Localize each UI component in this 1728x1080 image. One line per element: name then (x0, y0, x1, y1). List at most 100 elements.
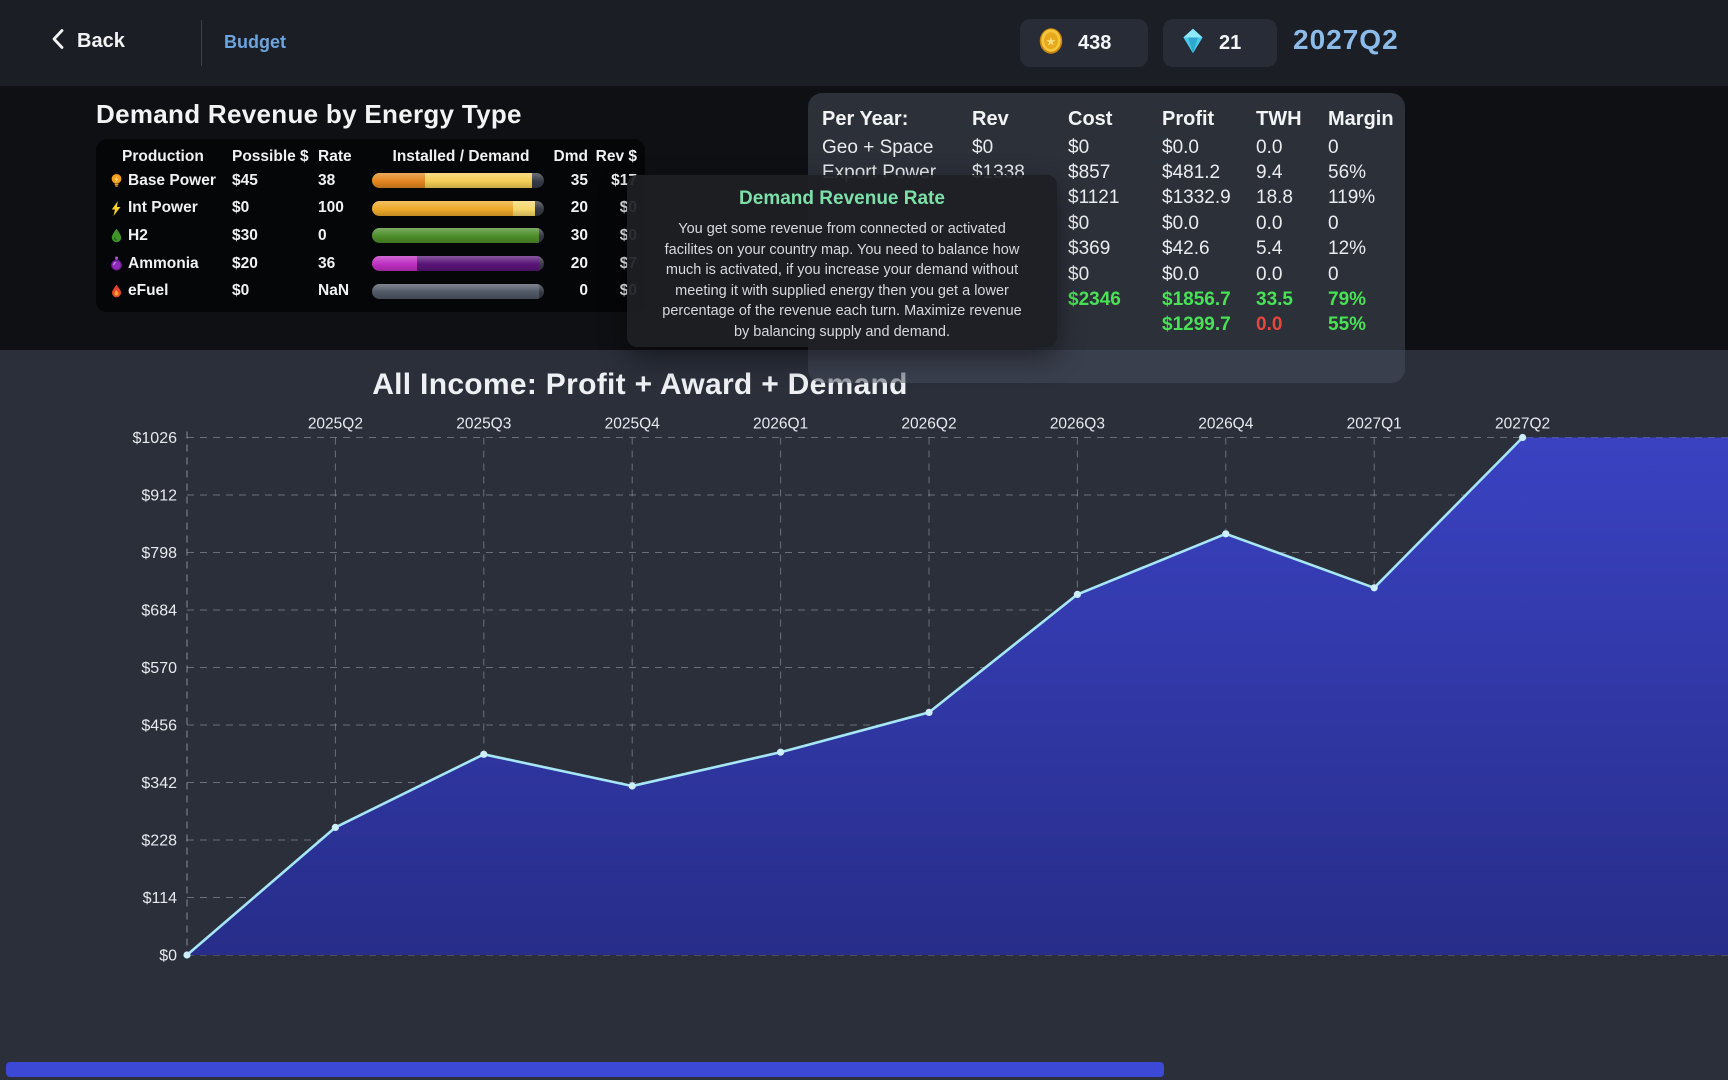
back-button[interactable]: Back (50, 28, 125, 55)
margin-cell: 0 (1328, 213, 1391, 235)
coin-currency-chip[interactable]: ★ 438 (1020, 19, 1148, 67)
column-header-profit: Profit (1162, 108, 1256, 131)
bar-segment (372, 284, 539, 299)
topbar-divider (201, 20, 202, 66)
column-header-production: Production (104, 148, 232, 166)
demand-table-row[interactable]: H2$30030$0 (104, 222, 637, 250)
turn-progress-bar (6, 1062, 1164, 1077)
data-point (183, 951, 190, 958)
profit-cell: $0.0 (1162, 264, 1256, 286)
rate-value: 38 (318, 172, 372, 190)
gem-currency-chip[interactable]: 21 (1163, 19, 1277, 67)
energy-type-label: H2 (128, 227, 232, 245)
demand-revenue-rate-tooltip: Demand Revenue Rate You get some revenue… (627, 175, 1057, 347)
column-header-twh: TWH (1256, 108, 1328, 131)
cost-cell: $369 (1068, 238, 1162, 260)
cost-cell: $1121 (1068, 187, 1162, 209)
data-point (1519, 434, 1526, 441)
column-header-installed-demand: Installed / Demand (372, 148, 550, 166)
x-axis-tick-label: 2027Q2 (1495, 416, 1550, 433)
bar-segment (372, 256, 417, 271)
y-axis-tick-label: $798 (141, 545, 177, 562)
column-header-dmd: Dmd (550, 148, 588, 166)
svg-text:★: ★ (1046, 34, 1057, 48)
y-axis-tick-label: $456 (141, 718, 177, 735)
x-axis-tick-label: 2026Q4 (1198, 416, 1254, 433)
cost-cell: $0 (1068, 213, 1162, 235)
data-point (777, 749, 784, 756)
margin-cell: 56% (1328, 162, 1391, 184)
margin-cell: 55% (1328, 314, 1391, 336)
dmd-value: 20 (550, 199, 588, 217)
bolt-icon (104, 201, 128, 216)
dmd-value: 35 (550, 172, 588, 190)
y-axis-tick-label: $1026 (133, 430, 178, 447)
bar-segment (513, 201, 535, 216)
y-axis-tick-label: $0 (159, 948, 177, 965)
possible-value: $30 (232, 227, 318, 245)
energy-type-label: eFuel (128, 282, 232, 300)
demand-table-header: Production Possible $ Rate Installed / D… (104, 146, 637, 167)
energy-type-label: Ammonia (128, 255, 232, 273)
margin-cell: 0 (1328, 137, 1391, 159)
x-axis-tick-label: 2025Q4 (605, 416, 661, 433)
profit-cell: $1332.9 (1162, 187, 1256, 209)
dmd-value: 20 (550, 255, 588, 273)
bar-segment (425, 173, 532, 188)
demand-table-row[interactable]: Base Power$453835$17 (104, 167, 637, 195)
y-axis-tick-label: $912 (141, 488, 177, 505)
back-label: Back (77, 30, 125, 53)
twh-cell: 5.4 (1256, 238, 1328, 260)
x-axis-tick-label: 2026Q2 (901, 416, 956, 433)
column-header-cost: Cost (1068, 108, 1162, 131)
installed-demand-bar (372, 201, 544, 216)
rate-value: NaN (318, 282, 372, 300)
x-axis-tick-label: 2027Q1 (1347, 416, 1402, 433)
installed-demand-bar (372, 256, 544, 271)
profit-cell: $1299.7 (1162, 314, 1256, 336)
y-axis-tick-label: $114 (143, 890, 178, 907)
profit-cell: $1856.7 (1162, 289, 1256, 311)
data-point (332, 824, 339, 831)
rate-value: 36 (318, 255, 372, 273)
coin-count: 438 (1078, 32, 1111, 55)
column-header-rate: Rate (318, 148, 372, 166)
x-axis-tick-label: 2026Q1 (753, 416, 808, 433)
installed-demand-bar (372, 228, 544, 243)
dmd-value: 30 (550, 227, 588, 245)
profit-cell: $481.2 (1162, 162, 1256, 184)
demand-table-row[interactable]: Ammonia$203620$7 (104, 250, 637, 278)
column-header-rev: Rev (972, 108, 1068, 131)
droplet-icon (104, 228, 128, 243)
x-axis-tick-label: 2026Q3 (1050, 416, 1105, 433)
flask-icon (104, 256, 128, 271)
demand-table-title: Demand Revenue by Energy Type (96, 99, 522, 130)
profit-cell: $0.0 (1162, 213, 1256, 235)
twh-cell: 9.4 (1256, 162, 1328, 184)
profit-cell: $0.0 (1162, 137, 1256, 159)
demand-table-row[interactable]: Int Power$010020$0 (104, 195, 637, 223)
column-header-per-year: Per Year: (822, 108, 972, 131)
y-axis-tick-label: $570 (141, 660, 177, 677)
energy-type-label: Base Power (128, 172, 232, 190)
twh-cell: 0.0 (1256, 137, 1328, 159)
coin-icon: ★ (1036, 26, 1066, 61)
twh-cell: 18.8 (1256, 187, 1328, 209)
twh-cell: 0.0 (1256, 314, 1328, 336)
installed-demand-bar (372, 284, 544, 299)
back-chevron-icon (50, 28, 65, 55)
column-header-rev: Rev $ (588, 148, 637, 166)
x-axis-tick-label: 2025Q2 (308, 416, 363, 433)
margin-cell: 12% (1328, 238, 1391, 260)
column-header-possible: Possible $ (232, 148, 318, 166)
data-point (1222, 530, 1229, 537)
flame-icon (104, 284, 128, 299)
nav-budget[interactable]: Budget (224, 32, 286, 53)
dmd-value: 0 (550, 282, 588, 300)
y-axis-tick-label: $684 (141, 603, 177, 620)
possible-value: $0 (232, 282, 318, 300)
rate-value: 0 (318, 227, 372, 245)
per-year-row[interactable]: Geo + Space$0$0$0.00.00 (822, 135, 1391, 160)
twh-cell: 0.0 (1256, 264, 1328, 286)
demand-table-row[interactable]: eFuel$0NaN0$0 (104, 277, 637, 305)
